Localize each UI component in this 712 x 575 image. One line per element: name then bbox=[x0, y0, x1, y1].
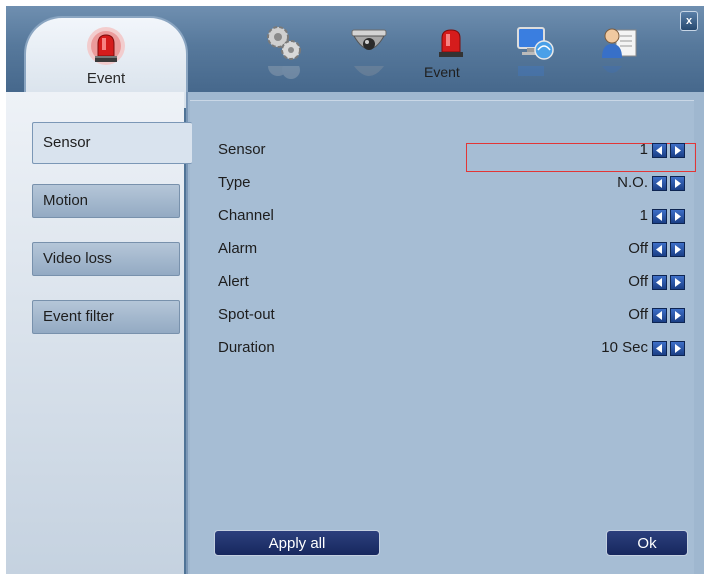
duration-label: Duration bbox=[218, 339, 275, 356]
type-stepper[interactable] bbox=[652, 176, 686, 192]
apply-all-button[interactable]: Apply all bbox=[214, 530, 380, 556]
arrow-right-icon[interactable] bbox=[670, 176, 685, 191]
type-label: Type bbox=[218, 174, 251, 191]
spot-out-label: Spot-out bbox=[218, 306, 275, 323]
top-toolbar: Event Event x bbox=[6, 6, 704, 108]
spot-out-stepper[interactable] bbox=[652, 308, 686, 324]
network-monitor-icon[interactable] bbox=[514, 22, 556, 76]
arrow-left-icon[interactable] bbox=[652, 176, 667, 191]
toolbar-event-label: Event bbox=[424, 64, 460, 80]
alarm-stepper[interactable] bbox=[652, 242, 686, 258]
channel-stepper[interactable] bbox=[652, 209, 686, 225]
alarm-siren-icon[interactable] bbox=[430, 22, 472, 68]
arrow-right-icon[interactable] bbox=[670, 275, 685, 290]
settings-window: Event Event x Sensor Motion Video loss E… bbox=[6, 6, 704, 574]
arrow-left-icon[interactable] bbox=[652, 275, 667, 290]
ok-button[interactable]: Ok bbox=[606, 530, 688, 556]
arrow-left-icon[interactable] bbox=[652, 308, 667, 323]
type-value: N.O. bbox=[617, 174, 648, 191]
duration-value: 10 Sec bbox=[601, 339, 648, 356]
arrow-left-icon[interactable] bbox=[652, 143, 667, 158]
alert-label: Alert bbox=[218, 273, 249, 290]
channel-label: Channel bbox=[218, 207, 274, 224]
sensor-value: 1 bbox=[639, 141, 648, 158]
user-document-icon[interactable] bbox=[598, 22, 640, 73]
arrow-left-icon[interactable] bbox=[652, 341, 667, 356]
sidebar-item-event-filter[interactable]: Event filter bbox=[32, 300, 180, 334]
close-button[interactable]: x bbox=[680, 11, 698, 31]
sidebar-item-motion[interactable]: Motion bbox=[32, 184, 180, 218]
dome-camera-icon[interactable] bbox=[348, 22, 390, 76]
settings-panel: Sensor 1 Type N.O. Channel 1 Alarm Off A… bbox=[186, 92, 704, 574]
tab-event-label: Event bbox=[86, 70, 126, 87]
alert-value: Off bbox=[628, 273, 648, 290]
sensor-stepper[interactable] bbox=[652, 143, 686, 159]
alarm-siren-icon bbox=[85, 26, 127, 68]
alarm-label: Alarm bbox=[218, 240, 258, 257]
channel-value: 1 bbox=[639, 207, 648, 224]
alert-stepper[interactable] bbox=[652, 275, 686, 291]
sensor-label: Sensor bbox=[218, 141, 266, 158]
sidebar-item-video-loss[interactable]: Video loss bbox=[32, 242, 180, 276]
spot-out-value: Off bbox=[628, 306, 648, 323]
arrow-right-icon[interactable] bbox=[670, 341, 685, 356]
arrow-left-icon[interactable] bbox=[652, 242, 667, 257]
arrow-right-icon[interactable] bbox=[670, 143, 685, 158]
arrow-left-icon[interactable] bbox=[652, 209, 667, 224]
gear-icon[interactable] bbox=[263, 22, 305, 79]
sidebar-item-sensor[interactable]: Sensor bbox=[32, 122, 192, 164]
alarm-value: Off bbox=[628, 240, 648, 257]
arrow-right-icon[interactable] bbox=[670, 308, 685, 323]
arrow-right-icon[interactable] bbox=[670, 209, 685, 224]
duration-stepper[interactable] bbox=[652, 341, 686, 357]
settings-panel-body: Sensor 1 Type N.O. Channel 1 Alarm Off A… bbox=[190, 100, 696, 574]
arrow-right-icon[interactable] bbox=[670, 242, 685, 257]
